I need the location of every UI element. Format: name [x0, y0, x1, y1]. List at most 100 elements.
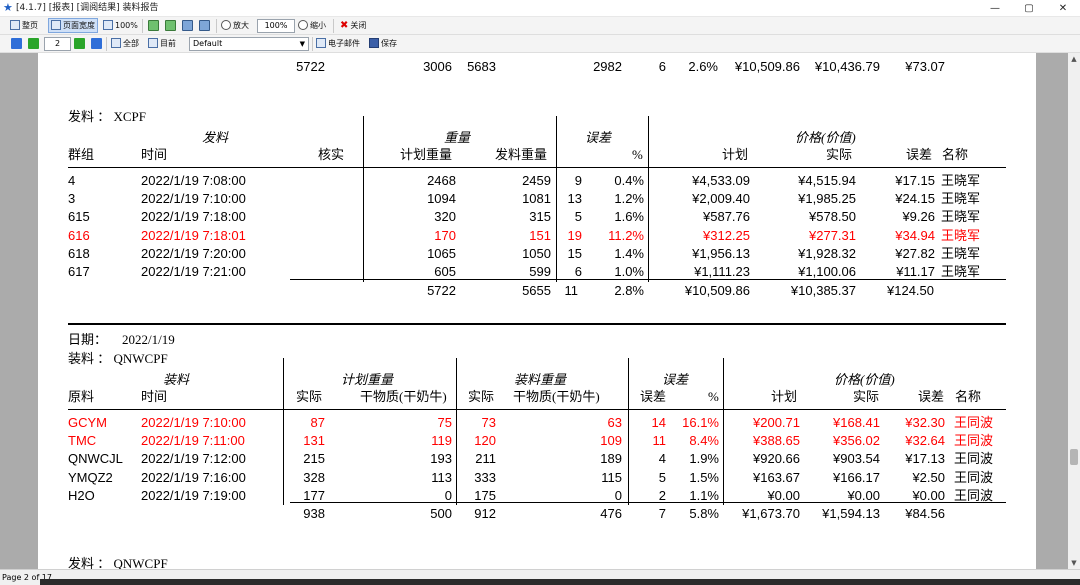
value-cell: ¥9.26: [902, 209, 935, 225]
value-cell: 75: [437, 415, 452, 430]
vertical-scrollbar[interactable]: ▲ ▼: [1068, 53, 1080, 569]
total-cell: 5722: [427, 283, 456, 298]
next-page-icon[interactable]: [74, 38, 85, 49]
time-cell: 2022/1/19 7:16:00: [141, 469, 246, 485]
scroll-thumb[interactable]: [1070, 449, 1078, 465]
email-button[interactable]: 电子邮件: [316, 36, 360, 52]
last-page-icon[interactable]: [91, 38, 102, 49]
top-total-cell: 3006: [423, 59, 452, 74]
group-header: 价格(价值): [834, 372, 895, 387]
value-cell: 13: [567, 191, 582, 207]
value-cell: 175: [474, 487, 496, 503]
group-header: 装料: [163, 372, 190, 387]
time-cell: 2022/1/19 7:18:00: [141, 209, 246, 225]
minimize-button[interactable]: —: [978, 0, 1012, 17]
two-page-icon[interactable]: [165, 20, 176, 31]
prev-page-icon[interactable]: [28, 38, 39, 49]
save-button[interactable]: 保存: [369, 36, 397, 52]
maximize-button[interactable]: ▢: [1012, 0, 1046, 17]
total-cell: 500: [430, 506, 452, 521]
value-cell: ¥920.66: [753, 451, 800, 467]
time-cell: 2022/1/19 7:18:01: [141, 227, 246, 243]
print-all-button[interactable]: 全部: [111, 36, 139, 52]
zoom-in-button[interactable]: 放大: [221, 18, 249, 34]
column-header: 误差: [906, 147, 933, 162]
value-cell: ¥1,111.23: [694, 264, 750, 279]
section-label: 发料 ： XCPF: [68, 109, 147, 124]
value-cell: 1065: [427, 245, 456, 261]
total-rule: [290, 502, 1006, 503]
value-cell: 320: [434, 209, 456, 225]
top-total-cell: ¥73.07: [905, 59, 945, 74]
value-cell: 0: [444, 487, 452, 503]
value-cell: 63: [607, 415, 622, 430]
value-cell: ¥11.17: [896, 264, 935, 279]
value-cell: 9: [574, 173, 582, 188]
multi-page-icon[interactable]: [199, 20, 210, 31]
actual-size-icon: [103, 20, 113, 30]
total-cell: ¥10,509.86: [684, 283, 750, 298]
value-cell: 0: [614, 487, 622, 503]
date-label: 日期：: [68, 332, 108, 347]
window-close-button[interactable]: ✕: [1046, 0, 1080, 17]
page-width-button[interactable]: 页面宽度: [48, 18, 98, 33]
actual-size-button[interactable]: 100%: [103, 18, 138, 34]
navigation-toolbar: 2 全部 目前 Default ▼ 电子邮件 保存: [0, 35, 1080, 53]
value-cell: 5: [658, 469, 666, 485]
value-cell: 16.1%: [682, 415, 719, 430]
value-cell: ¥4,515.94: [798, 173, 856, 188]
column-header: 名称: [942, 147, 969, 162]
column-divider: [456, 358, 457, 505]
whole-page-button[interactable]: 整页: [10, 18, 38, 34]
column-header: 时间: [141, 147, 168, 162]
zoom-input[interactable]: 100%: [257, 19, 295, 33]
horizontal-scrollbar[interactable]: [40, 579, 1080, 585]
value-cell: 1.1%: [689, 487, 719, 503]
close-preview-button[interactable]: ✖ 关闭: [340, 18, 366, 34]
column-header: 误差: [918, 389, 945, 404]
total-cell: 5655: [522, 283, 551, 298]
header-rule: [68, 167, 1006, 168]
print-current-button[interactable]: 目前: [148, 36, 176, 52]
value-cell: 328: [303, 469, 325, 485]
total-cell: 912: [474, 506, 496, 521]
top-total-cell: ¥10,436.79: [814, 59, 880, 74]
header-rule: [68, 409, 1006, 410]
name-cell: 王晓军: [941, 191, 981, 207]
value-cell: ¥277.31: [809, 227, 856, 243]
name-cell: 王晓军: [941, 264, 981, 279]
top-total-cell: 5683: [467, 59, 496, 74]
name-cell: 王同波: [954, 487, 994, 503]
column-header: %: [708, 389, 719, 404]
value-cell: 119: [431, 433, 452, 449]
format-select[interactable]: Default ▼: [189, 37, 309, 51]
column-header: 原料: [68, 389, 95, 404]
total-cell: 11: [564, 283, 579, 298]
zoom-out-button[interactable]: 缩小: [298, 18, 326, 34]
value-cell: ¥163.67: [753, 469, 800, 485]
value-cell: 193: [430, 451, 452, 467]
value-cell: 211: [475, 451, 496, 467]
value-cell: 4: [658, 451, 666, 467]
page-number-input[interactable]: 2: [44, 37, 71, 51]
scroll-down-icon[interactable]: ▼: [1068, 557, 1080, 569]
total-cell: 7: [658, 506, 666, 521]
four-page-icon[interactable]: [182, 20, 193, 31]
value-cell: 11: [652, 433, 667, 449]
value-cell: 131: [303, 433, 325, 449]
value-cell: ¥34.94: [895, 227, 935, 243]
material-cell: GCYM: [68, 415, 107, 430]
total-cell: ¥84.56: [905, 506, 945, 521]
scroll-up-icon[interactable]: ▲: [1068, 53, 1080, 65]
first-page-icon[interactable]: [11, 38, 22, 49]
time-cell: 2022/1/19 7:19:00: [141, 487, 246, 503]
total-cell: ¥10,385.37: [790, 283, 856, 298]
one-page-icon[interactable]: [148, 20, 159, 31]
value-cell: ¥0.00: [767, 487, 800, 503]
top-total-cell: 2982: [593, 59, 622, 74]
group-cell: 617: [68, 264, 90, 279]
report-viewport[interactable]: 5722 3006 5683 2982 6 2.6% ¥10,509.86 ¥10,436.7…: [0, 53, 1080, 569]
group-header: 价格(价值): [795, 130, 856, 145]
total-cell: ¥1,673.70: [742, 506, 800, 521]
group-header: 计划重量: [341, 372, 394, 387]
